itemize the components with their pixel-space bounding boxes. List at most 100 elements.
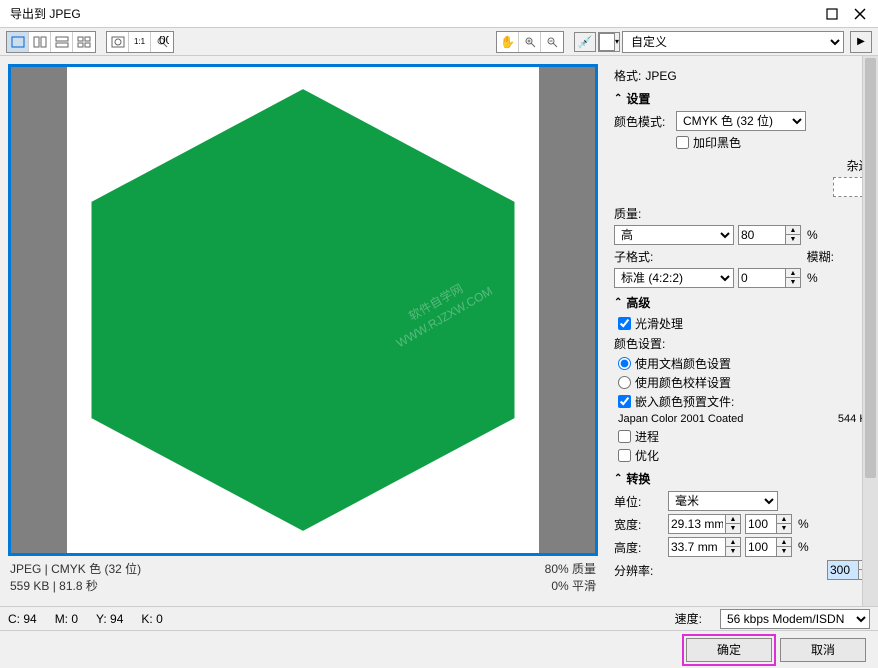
quality-input[interactable] — [738, 225, 786, 245]
section-settings[interactable]: ⌃设置 — [614, 90, 874, 107]
main-area: 软件自学网 WWW.RJZXW.COM JPEG | CMYK 色 (32 位)… — [0, 56, 878, 606]
close-button[interactable] — [846, 3, 874, 25]
status-size: 559 KB | 81.8 秒 — [10, 577, 141, 594]
two-pane-horiz-button[interactable] — [51, 32, 73, 52]
button-bar: 确定 取消 — [0, 630, 878, 668]
zoom-group-1: 1:1 00 — [106, 31, 174, 53]
overprint-black-label: 加印黑色 — [693, 134, 741, 151]
embed-profile-label: 嵌入颜色预置文件: — [635, 393, 734, 410]
subformat-label: 子格式: — [614, 248, 653, 265]
quality-spinner[interactable]: ▲▼ — [786, 225, 801, 245]
view-tools-group: ✋ — [496, 31, 564, 53]
status-bar: C: 94 M: 0 Y: 94 K: 0 速度: 56 kbps Modem/… — [0, 606, 878, 630]
maximize-button[interactable] — [818, 3, 846, 25]
status-y: Y: 94 — [96, 612, 123, 626]
color-swatch — [599, 33, 615, 51]
progressive-checkbox[interactable] — [618, 430, 631, 443]
preview-frame[interactable]: 软件自学网 WWW.RJZXW.COM — [8, 64, 598, 556]
units-label: 单位: — [614, 493, 664, 510]
color-mode-label: 颜色模式: — [614, 113, 672, 130]
speed-select[interactable]: 56 kbps Modem/ISDN — [720, 609, 870, 629]
flyout-button[interactable]: ▶ — [850, 31, 872, 53]
units-select[interactable]: 毫米 — [668, 491, 778, 511]
profile-name: Japan Color 2001 Coated — [618, 413, 743, 425]
preview-content — [68, 75, 538, 545]
height-spinner[interactable]: ▲▼ — [726, 537, 741, 557]
pan-tool-button[interactable]: ✋ — [497, 32, 519, 52]
status-k: K: 0 — [141, 612, 162, 626]
progressive-label: 进程 — [635, 428, 659, 445]
format-label: 格式: — [614, 67, 641, 84]
width-pct-spinner[interactable]: ▲▼ — [777, 514, 792, 534]
color-mode-select[interactable]: CMYK 色 (32 位) — [676, 111, 806, 131]
zoom-1to1-button[interactable]: 1:1 — [129, 32, 151, 52]
window-title: 导出到 JPEG — [4, 5, 818, 22]
cancel-button[interactable]: 取消 — [780, 638, 866, 662]
ok-button[interactable]: 确定 — [686, 638, 772, 662]
use-doc-color-radio[interactable] — [618, 357, 631, 370]
scrollbar-thumb[interactable] — [865, 58, 876, 478]
preview-status: JPEG | CMYK 色 (32 位) 559 KB | 81.8 秒 80%… — [8, 556, 598, 598]
overprint-black-checkbox[interactable] — [676, 136, 689, 149]
zoom-actual-button[interactable]: 00 — [151, 32, 173, 52]
section-advanced[interactable]: ⌃高级 — [614, 294, 874, 311]
chevron-icon: ⌃ — [614, 473, 622, 484]
settings-panel: 格式: JPEG ⌃设置 颜色模式: CMYK 色 (32 位) 加印黑色 杂边… — [606, 56, 878, 606]
matte-color-button[interactable] — [833, 177, 863, 197]
resolution-label: 分辨率: — [614, 562, 664, 579]
hexagon-shape — [92, 89, 515, 531]
canvas-pad-left — [11, 67, 67, 553]
blur-input[interactable] — [738, 268, 786, 288]
format-value: JPEG — [645, 69, 676, 83]
settings-scrollbar[interactable] — [862, 56, 878, 606]
use-proof-color-radio[interactable] — [618, 376, 631, 389]
status-c: C: 94 — [8, 612, 37, 626]
svg-text:00: 00 — [159, 36, 169, 47]
status-format: JPEG | CMYK 色 (32 位) — [10, 560, 141, 577]
height-pct-spinner[interactable]: ▲▼ — [777, 537, 792, 557]
subformat-select[interactable]: 标准 (4:2:2) — [614, 268, 734, 288]
optimize-label: 优化 — [635, 447, 659, 464]
zoom-out-button[interactable] — [541, 32, 563, 52]
quality-label: 质量: — [614, 205, 641, 222]
width-spinner[interactable]: ▲▼ — [726, 514, 741, 534]
preset-select[interactable]: 自定义 — [622, 31, 844, 53]
height-label: 高度: — [614, 539, 664, 556]
quality-select[interactable]: 高 — [614, 225, 734, 245]
width-input[interactable] — [668, 514, 726, 534]
status-m: M: 0 — [55, 612, 78, 626]
background-color-button[interactable]: ▾ — [598, 32, 620, 52]
section-transform[interactable]: ⌃转换 — [614, 470, 874, 487]
speed-label: 速度: — [675, 610, 702, 627]
status-smooth: 0% 平滑 — [545, 577, 596, 594]
use-doc-color-label: 使用文档颜色设置 — [635, 355, 731, 372]
zoom-fit-button[interactable] — [107, 32, 129, 52]
height-pct-input[interactable] — [745, 537, 777, 557]
zoom-in-button[interactable] — [519, 32, 541, 52]
chevron-icon: ⌃ — [614, 93, 622, 104]
percent-label: % — [807, 228, 818, 242]
color-settings-label: 颜色设置: — [614, 335, 665, 352]
canvas-pad-right — [539, 67, 595, 553]
antialias-checkbox[interactable] — [618, 317, 631, 330]
preview-area: 软件自学网 WWW.RJZXW.COM JPEG | CMYK 色 (32 位)… — [0, 56, 606, 606]
blur-label: 模糊: — [807, 248, 834, 265]
four-pane-button[interactable] — [73, 32, 95, 52]
optimize-checkbox[interactable] — [618, 449, 631, 462]
resolution-input[interactable] — [827, 560, 859, 580]
antialias-label: 光滑处理 — [635, 315, 683, 332]
height-input[interactable] — [668, 537, 726, 557]
single-pane-button[interactable] — [7, 32, 29, 52]
blur-spinner[interactable]: ▲▼ — [786, 268, 801, 288]
toolbar: 1:1 00 ✋ 💉 ▾ 自定义 ▶ — [0, 28, 878, 56]
eyedropper-button[interactable]: 💉 — [574, 32, 596, 52]
embed-profile-checkbox[interactable] — [618, 395, 631, 408]
two-pane-vert-button[interactable] — [29, 32, 51, 52]
use-proof-color-label: 使用颜色校样设置 — [635, 374, 731, 391]
width-label: 宽度: — [614, 516, 664, 533]
title-bar: 导出到 JPEG — [0, 0, 878, 28]
chevron-icon: ⌃ — [614, 297, 622, 308]
pane-layout-group — [6, 31, 96, 53]
status-quality: 80% 质量 — [545, 560, 596, 577]
width-pct-input[interactable] — [745, 514, 777, 534]
